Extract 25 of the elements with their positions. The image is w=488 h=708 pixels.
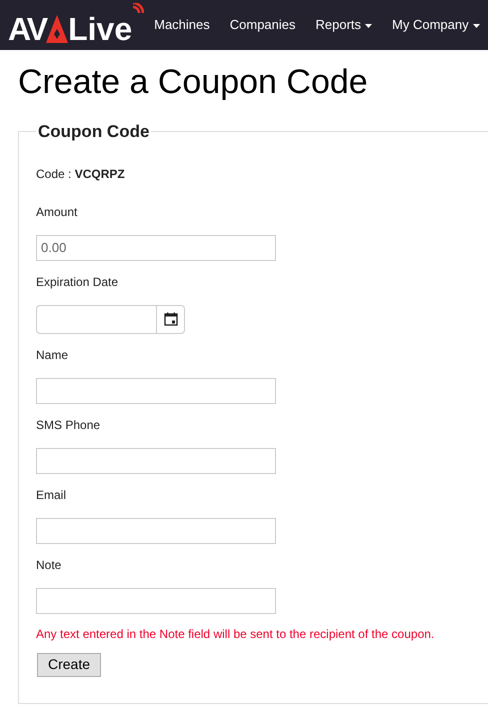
field-label: Expiration Date <box>36 274 120 290</box>
caret-icon <box>365 24 372 28</box>
date-field[interactable] <box>36 304 185 334</box>
input-field[interactable] <box>36 448 276 474</box>
create-button[interactable]: Create <box>37 652 102 676</box>
nav-link[interactable]: Machines <box>154 15 210 35</box>
input-field[interactable] <box>36 588 276 614</box>
note-warning: Any text entered in the Note field will be sent to the recipient of the coupon. <box>36 626 436 642</box>
input-field[interactable] <box>36 378 276 404</box>
form-legend: Coupon Code <box>36 119 152 144</box>
input-field[interactable] <box>36 518 276 544</box>
page-title: Create a Coupon Code <box>18 65 369 99</box>
nav-link[interactable]: Companies <box>230 15 296 35</box>
field-label: Amount <box>36 204 78 220</box>
logo[interactable]: AV Live <box>8 5 144 45</box>
calendar-icon[interactable] <box>164 312 178 326</box>
nav-link[interactable]: My Company <box>392 15 480 35</box>
nav-link[interactable]: Reports <box>316 15 372 35</box>
caret-icon <box>472 24 480 28</box>
input-field[interactable]: 0.00 <box>36 234 276 260</box>
field-label: Name <box>36 346 70 364</box>
field-label: Note <box>36 556 62 574</box>
field-label: Email <box>36 486 68 504</box>
coupon-code-text: Code : VCQRPZ <box>36 166 126 182</box>
field-label: SMS Phone <box>36 416 102 434</box>
